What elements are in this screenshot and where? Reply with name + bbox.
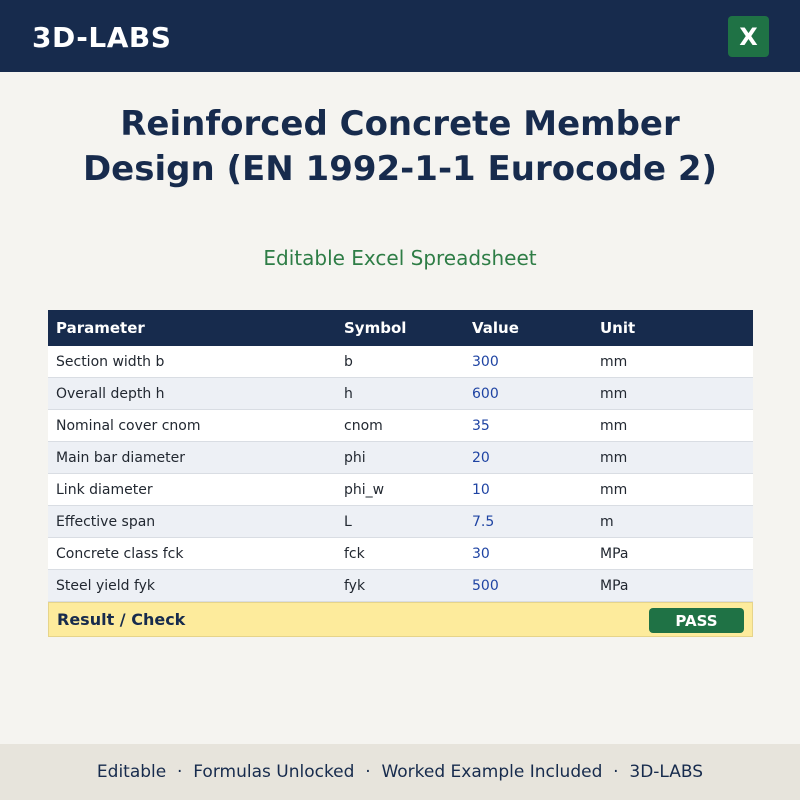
brand-logo: 3D-LABS	[32, 21, 172, 54]
table-row: Steel yield fyk fyk 500 MPa	[48, 570, 753, 602]
column-header-parameter: Parameter	[56, 319, 145, 337]
symbol-cell: fyk	[344, 577, 366, 594]
symbol-cell: phi_w	[344, 481, 385, 498]
parameter-cell: Steel yield fyk	[56, 577, 156, 594]
table-row: Overall depth h h 600 mm	[48, 378, 753, 410]
parameter-cell: Effective span	[56, 513, 156, 530]
page-title: Reinforced Concrete Member Design (EN 19…	[82, 104, 718, 189]
parameter-cell: Main bar diameter	[56, 449, 186, 466]
result-row: Result / Check PASS	[48, 602, 753, 637]
value-cell: 10	[472, 481, 490, 498]
table-row: Concrete class fck fck 30 MPa	[48, 538, 753, 570]
column-header-symbol: Symbol	[344, 319, 407, 337]
value-cell: 35	[472, 417, 490, 434]
footer-text: Editable · Formulas Unlocked · Worked Ex…	[96, 762, 704, 782]
footer-bar: Editable · Formulas Unlocked · Worked Ex…	[0, 744, 800, 800]
symbol-cell: h	[344, 385, 353, 402]
table-row: Effective span L 7.5 m	[48, 506, 753, 538]
unit-cell: mm	[600, 385, 628, 402]
symbol-cell: b	[344, 353, 353, 370]
table-row: Link diameter phi_w 10 mm	[48, 474, 753, 506]
value-cell: 20	[472, 449, 490, 466]
symbol-cell: cnom	[344, 417, 383, 434]
table-row: Main bar diameter phi 20 mm	[48, 442, 753, 474]
unit-cell: MPa	[600, 545, 629, 562]
parameter-cell: Link diameter	[56, 481, 153, 498]
table-row: Section width b b 300 mm	[48, 346, 753, 378]
symbol-cell: phi	[344, 449, 366, 466]
excel-icon: X	[728, 16, 769, 57]
unit-cell: mm	[600, 417, 628, 434]
unit-cell: mm	[600, 449, 628, 466]
top-bar: 3D-LABS X	[0, 0, 800, 72]
page-subtitle: Editable Excel Spreadsheet	[263, 246, 537, 270]
column-header-value: Value	[472, 319, 519, 337]
parameter-cell: Nominal cover cnom	[56, 417, 201, 434]
unit-cell: m	[600, 513, 614, 530]
symbol-cell: fck	[344, 545, 365, 562]
unit-cell: mm	[600, 353, 628, 370]
unit-cell: MPa	[600, 577, 629, 594]
table-row: Nominal cover cnom cnom 35 mm	[48, 410, 753, 442]
parameter-cell: Overall depth h	[56, 385, 165, 402]
result-label: Result / Check	[57, 610, 186, 629]
parameter-cell: Concrete class fck	[56, 545, 184, 562]
column-header-unit: Unit	[600, 319, 636, 337]
unit-cell: mm	[600, 481, 628, 498]
value-cell: 600	[472, 385, 499, 402]
value-cell: 300	[472, 353, 499, 370]
value-cell: 30	[472, 545, 490, 562]
table-header: Parameter Symbol Value Unit	[48, 310, 753, 346]
value-cell: 7.5	[472, 513, 495, 530]
symbol-cell: L	[344, 513, 352, 530]
parameter-cell: Section width b	[56, 353, 165, 370]
parameter-table: Parameter Symbol Value Unit Section widt…	[48, 310, 753, 637]
status-badge: PASS	[649, 608, 744, 633]
value-cell: 500	[472, 577, 499, 594]
